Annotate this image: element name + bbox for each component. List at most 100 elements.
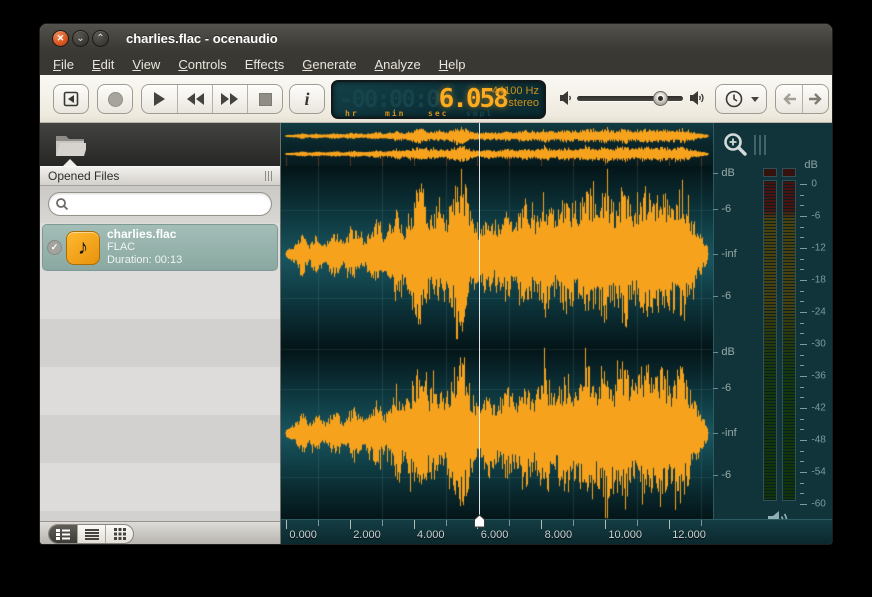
list-stripes xyxy=(40,271,280,521)
menu-effects[interactable]: Effects xyxy=(236,55,294,74)
forward-button[interactable] xyxy=(802,85,828,113)
meter-scale-tick xyxy=(800,461,804,462)
menu-controls[interactable]: Controls xyxy=(169,55,235,74)
drag-grip-icon[interactable] xyxy=(265,171,272,181)
search-box[interactable] xyxy=(48,192,272,216)
panel-grip-icon[interactable] xyxy=(754,135,766,155)
meter-scale-tick xyxy=(800,429,804,430)
meter-scale-tick xyxy=(800,269,804,270)
minimize-button[interactable]: ⌄ xyxy=(72,30,89,47)
panel-header[interactable]: Opened Files xyxy=(40,166,280,186)
meter-scale-label: -24 xyxy=(811,307,825,318)
meter-scale-label: -42 xyxy=(811,403,825,414)
monitor-button[interactable] xyxy=(53,84,89,114)
meter-scale-tick xyxy=(800,216,807,217)
fast-forward-button[interactable] xyxy=(212,85,247,113)
stop-icon xyxy=(259,93,272,106)
check-badge-icon: ✓ xyxy=(47,240,62,255)
playhead-marker[interactable] xyxy=(473,514,486,528)
ruler-label: 2.000 xyxy=(353,529,381,541)
music-note-icon: ♪ xyxy=(66,231,100,265)
meter-scale-label: -48 xyxy=(811,435,825,446)
meter-scale-tick xyxy=(800,323,804,324)
search-input[interactable] xyxy=(69,197,271,211)
menu-file[interactable]: File xyxy=(44,55,83,74)
db-axis-tick xyxy=(713,173,718,174)
meter-scale-tick xyxy=(800,504,807,505)
db-axis-label: -6 xyxy=(721,382,731,394)
ruler-tick xyxy=(669,520,670,529)
volume-low-icon xyxy=(559,90,573,106)
ruler-label: 4.000 xyxy=(417,529,445,541)
record-button[interactable] xyxy=(97,84,133,114)
toolbar: i -00:00:06.058 hr min sec smpl 44100 Hz… xyxy=(40,75,832,123)
ruler-tick xyxy=(637,520,638,526)
view-mode-switcher xyxy=(48,524,134,544)
timeline-ruler[interactable]: 0.0002.0004.0006.0008.00010.00012.000 xyxy=(281,519,832,545)
title-bar[interactable]: ✕⌄⌃ charlies.flac - ocenaudio xyxy=(40,24,832,53)
menu-view[interactable]: View xyxy=(123,55,169,74)
ruler-label: 12.000 xyxy=(672,529,706,541)
file-item-charlies-flac[interactable]: ✓ ♪ charlies.flac FLAC Duration: 00:13 xyxy=(42,224,278,271)
main-waveform[interactable] xyxy=(281,166,713,519)
meter-scale-label: -60 xyxy=(811,499,825,510)
db-axis-tick xyxy=(713,388,718,389)
stop-button[interactable] xyxy=(247,85,282,113)
play-button[interactable] xyxy=(142,85,177,113)
menu-help[interactable]: Help xyxy=(430,55,475,74)
clip-indicator-right[interactable] xyxy=(782,168,796,177)
sidebar: Opened Files ✓ ♪ xyxy=(40,123,281,545)
view-mode-grid-button[interactable] xyxy=(105,525,133,543)
active-tab-notch xyxy=(63,159,77,166)
meter-scale-label: 0 xyxy=(811,179,817,190)
menu-generate[interactable]: Generate xyxy=(293,55,365,74)
record-icon xyxy=(108,92,123,107)
forward-arrow-icon xyxy=(808,93,824,105)
app-window: ✕⌄⌃ charlies.flac - ocenaudio FileEditVi… xyxy=(39,23,833,545)
view-mode-list-button[interactable] xyxy=(77,525,105,543)
meter-scale-tick xyxy=(800,205,804,206)
zoom-button[interactable] xyxy=(722,132,749,164)
time-format-button[interactable] xyxy=(715,84,767,114)
sidebar-tab-strip xyxy=(40,123,280,166)
db-axis-label: -inf xyxy=(721,248,736,260)
meter-scale-tick xyxy=(800,387,804,388)
db-axis-label: dB xyxy=(721,167,734,179)
meter-scale-tick xyxy=(800,419,804,420)
desktop-background: ✕⌄⌃ charlies.flac - ocenaudio FileEditVi… xyxy=(0,0,872,597)
maximize-button[interactable]: ⌃ xyxy=(92,30,109,47)
meter-scale-label: -18 xyxy=(811,275,825,286)
info-button[interactable]: i xyxy=(289,84,325,114)
time-display[interactable]: -00:00:06.058 hr min sec smpl 44100 Hz s… xyxy=(331,80,546,119)
ruler-tick xyxy=(414,520,415,529)
volume-slider[interactable] xyxy=(577,96,683,101)
view-mode-details-button[interactable] xyxy=(49,525,77,543)
meter-scale-tick xyxy=(800,248,807,249)
meter-scale-tick xyxy=(800,301,804,302)
ruler-tick xyxy=(318,520,319,526)
back-button[interactable] xyxy=(776,85,802,113)
ruler-tick xyxy=(286,520,287,529)
opened-files-list[interactable]: ✓ ♪ charlies.flac FLAC Duration: 00:13 xyxy=(40,223,280,521)
volume-slider-handle[interactable] xyxy=(653,91,668,106)
menu-edit[interactable]: Edit xyxy=(83,55,123,74)
monitor-play-icon xyxy=(62,90,80,108)
ruler-tick xyxy=(573,520,574,526)
clip-indicator-left[interactable] xyxy=(763,168,777,177)
playhead-line[interactable] xyxy=(479,123,480,519)
waveform-panel: dB 0.0002.0004.0006.0008.00010.00012.000… xyxy=(281,123,832,545)
rewind-button[interactable] xyxy=(177,85,212,113)
meter-scale-tick xyxy=(800,259,804,260)
menu-analyze[interactable]: Analyze xyxy=(365,55,429,74)
meter-scale-tick xyxy=(800,355,804,356)
zoom-in-icon xyxy=(722,132,749,159)
meter-scale-tick xyxy=(800,237,804,238)
close-button[interactable]: ✕ xyxy=(52,30,69,47)
db-axis-label: dB xyxy=(721,346,734,358)
transport-group xyxy=(141,84,283,114)
overview-waveform[interactable] xyxy=(281,123,713,166)
ruler-tick xyxy=(446,520,447,526)
clock-icon xyxy=(724,89,744,109)
ruler-tick xyxy=(701,520,702,526)
rewind-icon xyxy=(186,93,204,105)
